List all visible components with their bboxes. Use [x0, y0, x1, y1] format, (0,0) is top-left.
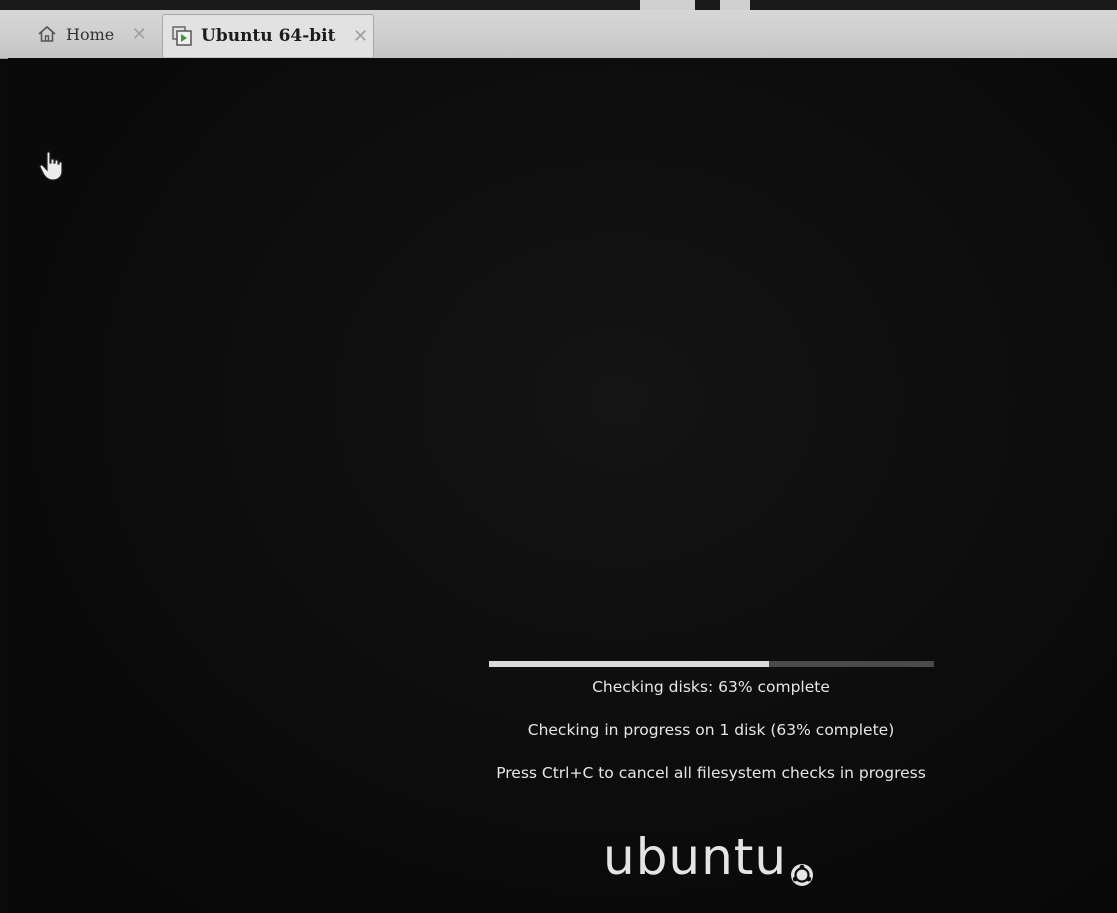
window-top-edge — [0, 0, 1117, 10]
disk-check-status: Checking disks: 63% complete — [592, 678, 830, 696]
tab-ubuntu-vm[interactable]: Ubuntu 64-bit ✕ — [162, 14, 374, 57]
disk-check-progress-bar — [489, 661, 934, 667]
tab-ubuntu-vm-label: Ubuntu 64-bit — [201, 26, 336, 46]
ubuntu-logo-text: ubuntu — [603, 828, 788, 886]
disk-check-detail: Checking in progress on 1 disk (63% comp… — [527, 721, 895, 739]
vm-icon — [171, 25, 193, 47]
home-icon — [36, 23, 58, 45]
ubuntu-logo: ubuntu — [603, 828, 815, 886]
tab-home-label: Home — [66, 24, 115, 44]
tab-home-close-icon[interactable]: ✕ — [130, 24, 148, 45]
hand-pointer-icon — [38, 150, 66, 182]
top-edge-segment — [720, 0, 750, 10]
vm-display[interactable]: Checking disks: 63% complete Checking in… — [8, 58, 1117, 913]
vm-window: Home ✕ Ubuntu 64-bit ✕ Checking disks: 6… — [0, 0, 1117, 913]
progress-bar-fill — [489, 661, 770, 667]
ubuntu-circle-of-friends-icon — [789, 842, 815, 886]
cancel-hint: Press Ctrl+C to cancel all filesystem ch… — [496, 764, 926, 782]
tab-bar: Home ✕ Ubuntu 64-bit ✕ — [0, 0, 1117, 59]
tab-home[interactable]: Home ✕ — [28, 14, 154, 54]
top-edge-segment — [640, 0, 695, 10]
tab-ubuntu-vm-close-icon[interactable]: ✕ — [351, 26, 369, 47]
